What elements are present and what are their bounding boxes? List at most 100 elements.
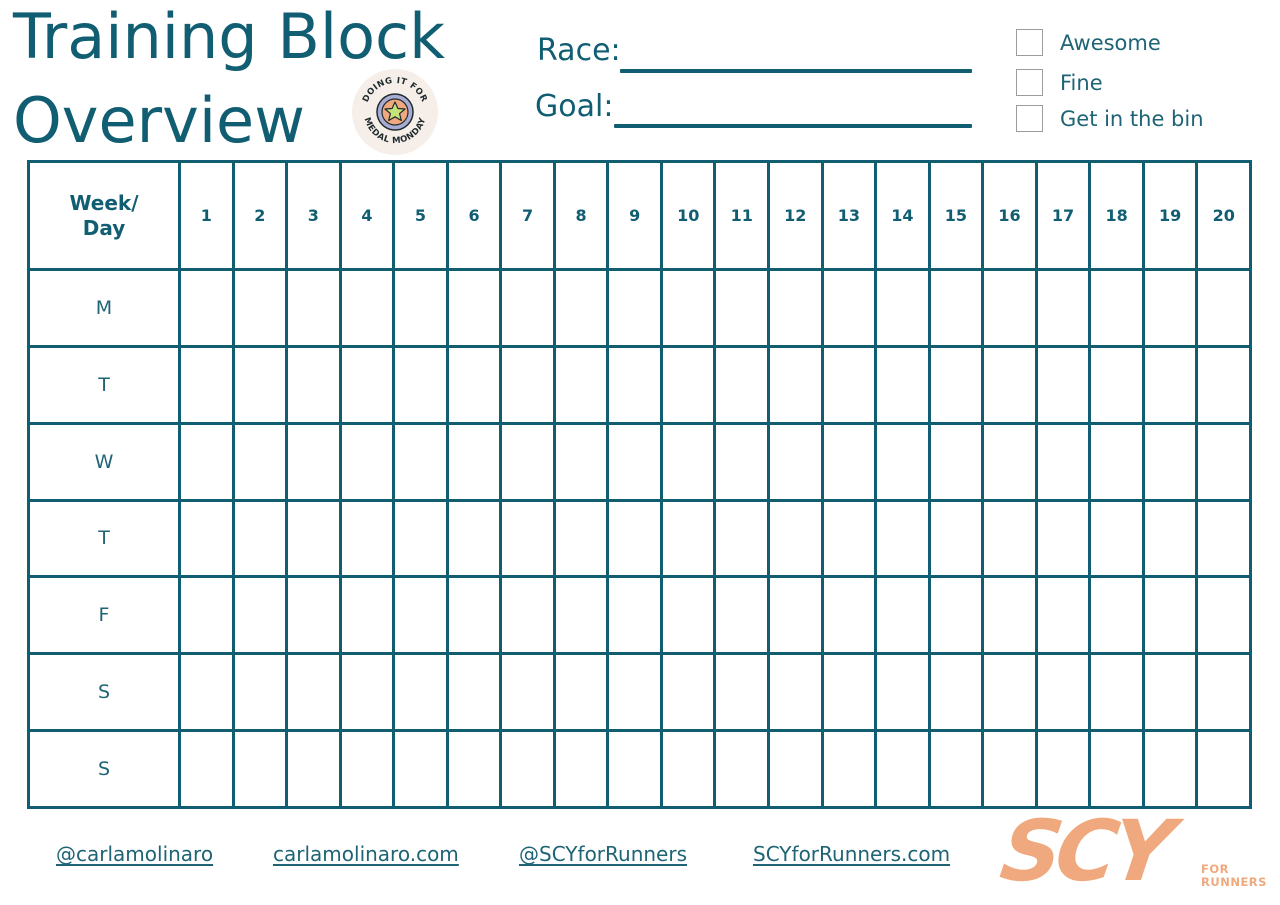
- grid-cell[interactable]: [659, 421, 717, 502]
- grid-cell[interactable]: [713, 344, 771, 425]
- grid-cell[interactable]: [981, 421, 1038, 502]
- grid-cell[interactable]: [285, 729, 342, 809]
- grid-cell[interactable]: [499, 575, 556, 656]
- grid-cell[interactable]: [874, 575, 931, 656]
- grid-cell[interactable]: [820, 344, 878, 425]
- grid-cell[interactable]: [820, 498, 878, 579]
- grid-cell[interactable]: [285, 421, 342, 502]
- grid-cell[interactable]: [767, 268, 824, 348]
- grid-cell[interactable]: [1141, 652, 1199, 733]
- grid-cell[interactable]: [927, 268, 985, 348]
- grid-cell[interactable]: [1195, 652, 1252, 733]
- grid-cell[interactable]: [1034, 268, 1092, 348]
- grid-cell[interactable]: [767, 729, 824, 809]
- grid-cell[interactable]: [767, 498, 824, 579]
- grid-cell[interactable]: [606, 575, 663, 656]
- link-carlamolinaro-handle[interactable]: @carlamolinaro: [56, 842, 213, 866]
- grid-cell[interactable]: [1034, 652, 1092, 733]
- grid-cell[interactable]: [1195, 498, 1252, 579]
- grid-cell[interactable]: [713, 268, 771, 348]
- race-input-line[interactable]: [620, 69, 972, 73]
- grid-cell[interactable]: [713, 652, 771, 733]
- grid-cell[interactable]: [659, 344, 717, 425]
- grid-cell[interactable]: [1195, 421, 1252, 502]
- grid-cell[interactable]: [767, 575, 824, 656]
- grid-cell[interactable]: [445, 344, 503, 425]
- grid-cell[interactable]: [178, 729, 235, 809]
- grid-cell[interactable]: [392, 652, 449, 733]
- grid-cell[interactable]: [1195, 729, 1252, 809]
- grid-cell[interactable]: [981, 344, 1038, 425]
- rating-checkbox[interactable]: [1016, 29, 1043, 56]
- grid-cell[interactable]: [767, 344, 824, 425]
- grid-cell[interactable]: [606, 652, 663, 733]
- grid-cell[interactable]: [713, 498, 771, 579]
- grid-cell[interactable]: [231, 498, 289, 579]
- grid-cell[interactable]: [178, 421, 235, 502]
- grid-cell[interactable]: [606, 344, 663, 425]
- grid-cell[interactable]: [392, 421, 449, 502]
- grid-cell[interactable]: [874, 498, 931, 579]
- grid-cell[interactable]: [927, 652, 985, 733]
- grid-cell[interactable]: [713, 729, 771, 809]
- grid-cell[interactable]: [445, 421, 503, 502]
- grid-cell[interactable]: [713, 421, 771, 502]
- grid-cell[interactable]: [231, 268, 289, 348]
- grid-cell[interactable]: [659, 575, 717, 656]
- grid-cell[interactable]: [981, 575, 1038, 656]
- grid-cell[interactable]: [874, 421, 931, 502]
- grid-cell[interactable]: [820, 729, 878, 809]
- grid-cell[interactable]: [338, 729, 396, 809]
- grid-cell[interactable]: [552, 575, 610, 656]
- grid-cell[interactable]: [1195, 575, 1252, 656]
- grid-cell[interactable]: [1034, 498, 1092, 579]
- grid-cell[interactable]: [445, 498, 503, 579]
- grid-cell[interactable]: [338, 652, 396, 733]
- grid-cell[interactable]: [820, 652, 878, 733]
- grid-cell[interactable]: [659, 652, 717, 733]
- grid-cell[interactable]: [874, 344, 931, 425]
- grid-cell[interactable]: [659, 729, 717, 809]
- grid-cell[interactable]: [178, 268, 235, 348]
- grid-cell[interactable]: [285, 344, 342, 425]
- grid-cell[interactable]: [178, 498, 235, 579]
- grid-cell[interactable]: [552, 421, 610, 502]
- grid-cell[interactable]: [552, 498, 610, 579]
- grid-cell[interactable]: [927, 729, 985, 809]
- grid-cell[interactable]: [392, 729, 449, 809]
- rating-awesome[interactable]: Awesome: [1016, 29, 1161, 56]
- link-scyforrunners-site[interactable]: SCYforRunners.com: [753, 842, 950, 866]
- grid-cell[interactable]: [178, 652, 235, 733]
- grid-cell[interactable]: [499, 344, 556, 425]
- grid-cell[interactable]: [392, 498, 449, 579]
- grid-cell[interactable]: [1141, 268, 1199, 348]
- grid-cell[interactable]: [499, 729, 556, 809]
- link-scyforrunners-handle[interactable]: @SCYforRunners: [519, 842, 687, 866]
- grid-cell[interactable]: [338, 575, 396, 656]
- grid-cell[interactable]: [285, 652, 342, 733]
- grid-cell[interactable]: [713, 575, 771, 656]
- grid-cell[interactable]: [874, 729, 931, 809]
- grid-cell[interactable]: [767, 421, 824, 502]
- grid-cell[interactable]: [1141, 344, 1199, 425]
- grid-cell[interactable]: [445, 268, 503, 348]
- grid-cell[interactable]: [392, 575, 449, 656]
- grid-cell[interactable]: [927, 344, 985, 425]
- grid-cell[interactable]: [392, 268, 449, 348]
- grid-cell[interactable]: [231, 575, 289, 656]
- grid-cell[interactable]: [285, 498, 342, 579]
- grid-cell[interactable]: [1088, 344, 1145, 425]
- grid-cell[interactable]: [927, 498, 985, 579]
- grid-cell[interactable]: [981, 652, 1038, 733]
- grid-cell[interactable]: [231, 344, 289, 425]
- grid-cell[interactable]: [552, 729, 610, 809]
- grid-cell[interactable]: [874, 652, 931, 733]
- grid-cell[interactable]: [392, 344, 449, 425]
- grid-cell[interactable]: [445, 729, 503, 809]
- grid-cell[interactable]: [820, 575, 878, 656]
- grid-cell[interactable]: [499, 652, 556, 733]
- grid-cell[interactable]: [820, 421, 878, 502]
- grid-cell[interactable]: [606, 498, 663, 579]
- grid-cell[interactable]: [1088, 729, 1145, 809]
- grid-cell[interactable]: [1034, 421, 1092, 502]
